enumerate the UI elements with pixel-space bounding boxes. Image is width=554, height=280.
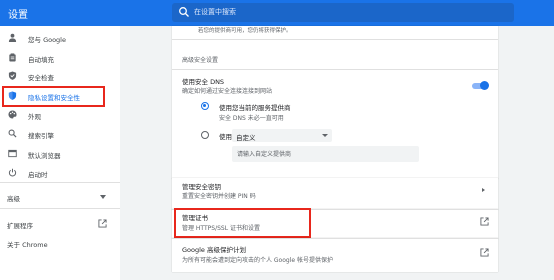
sidebar-item-label: 启动时 (28, 171, 48, 179)
custom-provider-input[interactable] (232, 146, 419, 162)
secure-dns-toggle-knob[interactable] (480, 81, 489, 90)
sidebar-item-search-engine[interactable]: 搜索引擎 (0, 125, 120, 143)
security-keys-description: 重置安全密钥并创建 PIN 码 (182, 193, 256, 200)
open-external-icon[interactable] (480, 217, 489, 226)
secure-dns-title: 使用安全 DNS (182, 78, 225, 86)
sidebar-item-label: 安全检查 (28, 74, 54, 82)
search-icon (179, 7, 189, 17)
sidebar-divider (0, 182, 120, 183)
palette-icon (8, 110, 17, 119)
advanced-protection-description: 为所有可能会遭到定向攻击的个人 Google 帐号提供保护 (182, 257, 333, 264)
sidebar-item-on-startup[interactable]: 启动时 (0, 164, 120, 182)
sidebar-item-safety-check[interactable]: 安全检查 (0, 67, 120, 85)
sidebar-item-you-and-google[interactable]: 您与 Google (0, 29, 120, 47)
certificates-highlight-box (174, 208, 311, 238)
page-title: 设置 (8, 10, 28, 21)
search-icon (8, 129, 17, 138)
dns-provider-select[interactable]: 自定义 (232, 129, 332, 142)
shield-check-icon (8, 71, 17, 80)
advanced-protection-title: Google 高级保护计划 (182, 246, 246, 254)
dns-current-provider-radio[interactable] (201, 102, 209, 110)
dns-provider-select-value: 自定义 (236, 134, 256, 142)
sidebar-advanced[interactable]: 高级 (7, 193, 20, 203)
sidebar-item-label: 默认浏览器 (28, 152, 61, 160)
sidebar-item-autofill[interactable]: 自动填充 (0, 49, 120, 67)
secure-dns-description: 确定如何通过安全连接连接到网站 (182, 88, 273, 95)
dns-custom-label: 使用 (219, 133, 232, 141)
sidebar-divider (0, 208, 120, 209)
clipboard-icon (9, 53, 16, 62)
privacy-highlight-box (2, 86, 105, 107)
open-external-icon[interactable] (98, 219, 107, 228)
chevron-right-icon (482, 188, 485, 192)
sidebar-item-label: 自动填充 (28, 56, 54, 64)
section-divider (172, 238, 498, 239)
advanced-security-heading: 高级安全设置 (182, 57, 219, 64)
power-icon (8, 168, 17, 177)
sidebar-item-default-browser[interactable]: 默认浏览器 (0, 145, 120, 163)
chevron-down-icon[interactable] (100, 195, 106, 199)
sidebar-extensions[interactable]: 扩展程序 (7, 220, 33, 230)
search-input[interactable] (194, 5, 494, 19)
dns-custom-radio[interactable] (201, 131, 209, 139)
security-keys-title: 管理安全密钥 (182, 183, 221, 191)
top-bar: 设置 (0, 0, 554, 26)
dns-current-provider-sub: 安全 DNS 未必一直可用 (219, 115, 284, 122)
sidebar-item-appearance[interactable]: 外观 (0, 106, 120, 124)
section-divider (172, 39, 498, 40)
chevron-down-icon (322, 134, 328, 137)
open-external-icon[interactable] (480, 248, 489, 257)
browser-icon (8, 149, 17, 158)
sidebar-item-label: 外观 (28, 113, 41, 121)
search-box[interactable] (172, 3, 514, 22)
sidebar-item-label: 您与 Google (28, 36, 66, 44)
sidebar-item-label: 搜索引擎 (28, 132, 54, 140)
section-divider (172, 69, 498, 70)
sidebar-about-chrome[interactable]: 关于 Chrome (7, 239, 48, 249)
dns-current-provider-label: 使用您当前的服务提供商 (219, 104, 291, 112)
person-icon (8, 33, 17, 42)
cut-off-text: 若您的提供商可用，您仍将获得保护。 (198, 28, 292, 34)
